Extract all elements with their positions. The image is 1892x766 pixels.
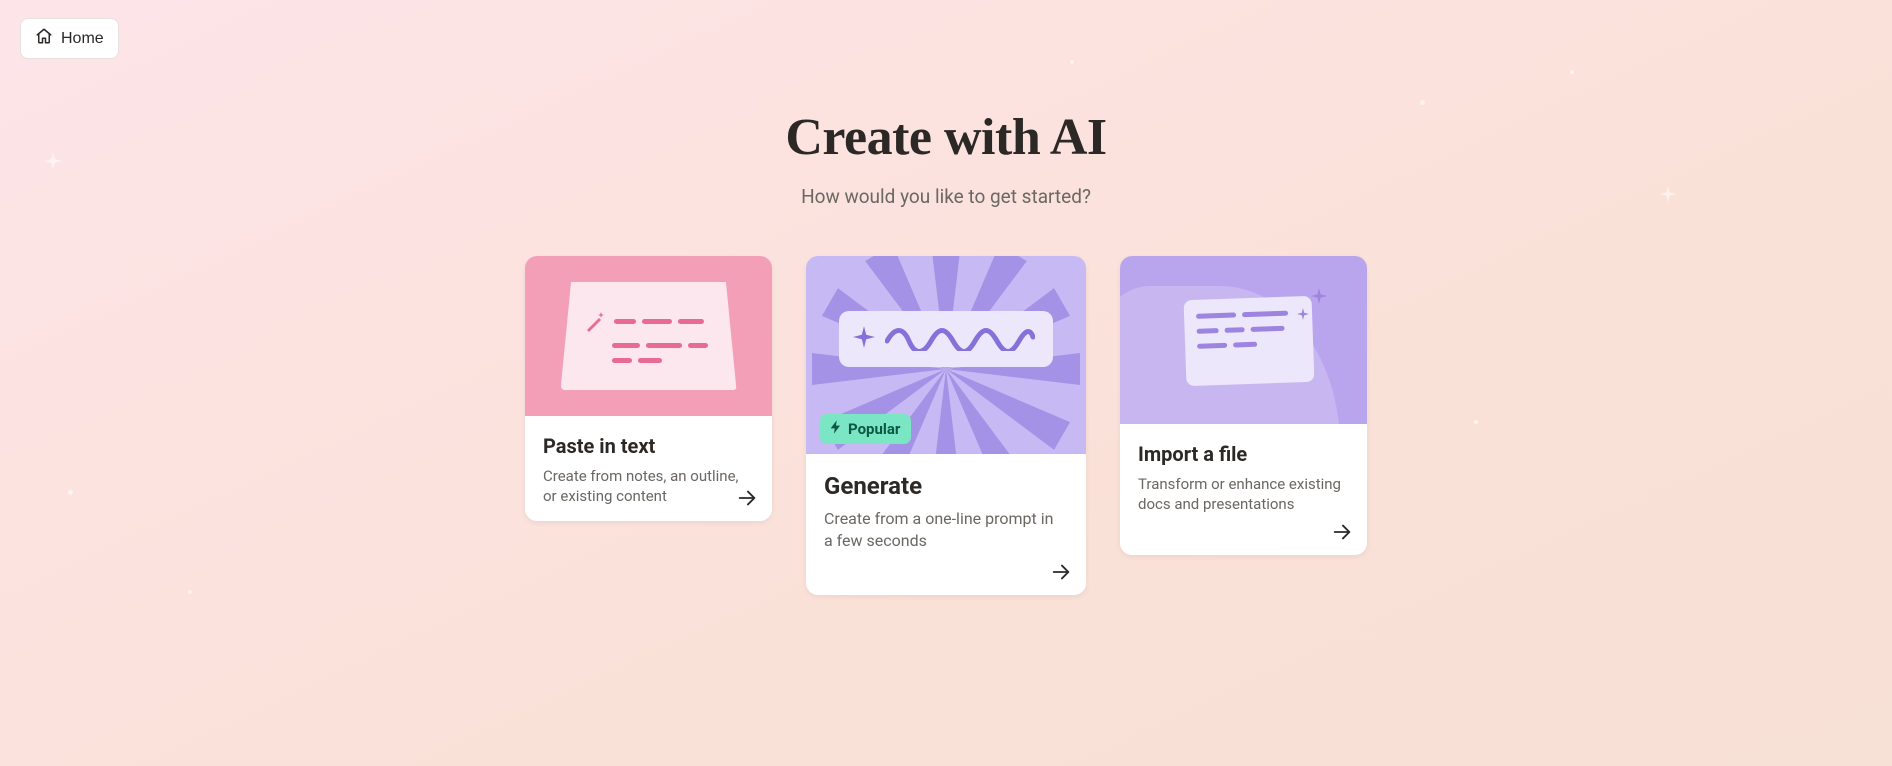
- card-description: Create from notes, an outline, or existi…: [543, 466, 754, 507]
- popular-label: Popular: [848, 420, 900, 438]
- option-cards: Paste in text Create from notes, an outl…: [525, 256, 1367, 595]
- card-illustration: [1120, 256, 1367, 424]
- arrow-right-icon: [1331, 521, 1353, 543]
- page-subtitle: How would you like to get started?: [801, 185, 1091, 208]
- sparkle-icon: [853, 326, 875, 352]
- home-label: Home: [61, 30, 104, 48]
- card-illustration: Popular: [806, 256, 1086, 454]
- card-generate[interactable]: Popular Generate Create from a one-line …: [806, 256, 1086, 595]
- popular-badge: Popular: [820, 414, 911, 444]
- card-description: Transform or enhance existing docs and p…: [1138, 474, 1349, 515]
- wand-icon: [584, 309, 608, 333]
- lightning-icon: [828, 419, 844, 439]
- main-content: Create with AI How would you like to get…: [0, 0, 1892, 595]
- card-title: Import a file: [1138, 442, 1349, 466]
- card-description: Create from a one-line prompt in a few s…: [824, 508, 1068, 551]
- card-import-file[interactable]: Import a file Transform or enhance exist…: [1120, 256, 1367, 555]
- card-title: Paste in text: [543, 434, 754, 458]
- card-title: Generate: [824, 472, 1068, 500]
- sparkles-icon: [1291, 284, 1331, 338]
- arrow-right-icon: [1050, 561, 1072, 583]
- squiggle-icon: [885, 323, 1035, 355]
- card-illustration: [525, 256, 772, 416]
- arrow-right-icon: [736, 487, 758, 509]
- home-button[interactable]: Home: [20, 18, 119, 59]
- home-icon: [35, 27, 53, 50]
- card-paste-in-text[interactable]: Paste in text Create from notes, an outl…: [525, 256, 772, 521]
- page-title: Create with AI: [785, 108, 1106, 167]
- prompt-bar-illustration: [839, 311, 1053, 367]
